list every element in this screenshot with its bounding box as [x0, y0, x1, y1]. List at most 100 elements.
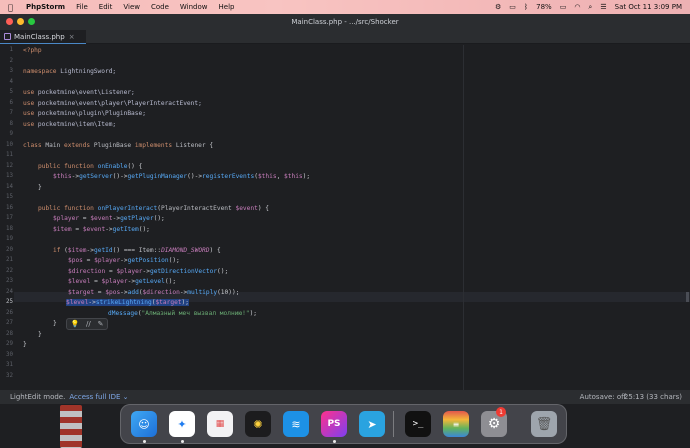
- punctuation: ();: [164, 278, 177, 285]
- scrollbar-marker[interactable]: [686, 292, 689, 302]
- window-title: MainClass.php - .../src/Shocker: [291, 18, 399, 26]
- editor-tab-bar: MainClass.php ×: [0, 30, 690, 44]
- variable: $event: [235, 204, 258, 212]
- caret-position[interactable]: 25:13 (33 chars): [624, 393, 682, 401]
- punctuation: =: [71, 225, 83, 233]
- line-number: 17: [6, 215, 13, 221]
- code-editor[interactable]: 1 2 3 4 5 6 7 8 9 10 11 12 13 14 15 16 1…: [0, 45, 690, 390]
- edit-icon[interactable]: ✎: [98, 320, 104, 328]
- punctuation: ();: [138, 225, 150, 233]
- line-number: 14: [6, 183, 13, 190]
- punctuation: ) {: [257, 204, 270, 212]
- brace: {: [209, 141, 214, 149]
- battery-percentage[interactable]: 78%: [536, 3, 552, 11]
- code-line-29: }: [23, 341, 27, 348]
- code-line-1: <?php: [23, 47, 42, 54]
- search-icon[interactable]: ⌕: [588, 3, 592, 12]
- telegram-icon[interactable]: ➤: [359, 411, 385, 437]
- zoom-window-button[interactable]: [28, 18, 35, 25]
- punctuation: ->: [120, 257, 128, 264]
- punctuation: ->: [105, 225, 113, 233]
- variable: $item: [53, 225, 72, 233]
- control-center-icon[interactable]: ☰: [600, 3, 606, 11]
- parent-class: PluginBase: [93, 141, 132, 149]
- class-name: Main: [45, 141, 61, 149]
- stacked-books-icon[interactable]: ≡: [443, 411, 469, 437]
- finder-icon[interactable]: ☺: [131, 411, 157, 437]
- gear-icon[interactable]: ⚙: [495, 3, 501, 11]
- punctuation: (10));: [217, 288, 240, 296]
- comment-icon[interactable]: //: [86, 320, 91, 328]
- menu-view[interactable]: View: [123, 3, 140, 11]
- punctuation: =: [94, 288, 106, 296]
- phpstorm-icon[interactable]: PS: [321, 411, 347, 437]
- method-call: dMessage: [108, 309, 138, 317]
- line-number: 27: [6, 320, 13, 326]
- punctuation: ()->: [187, 173, 203, 180]
- macos-menu-bar:  PhpStorm File Edit View Code Window He…: [0, 0, 690, 14]
- tab-mainclass[interactable]: MainClass.php ×: [0, 30, 86, 44]
- line-number: 15: [6, 194, 13, 200]
- code-line-23: $level = $player->getLevel();: [68, 278, 176, 285]
- line-number: 20: [6, 246, 13, 253]
- status-bar: LightEdit mode. Access full IDE ⌄ Autosa…: [0, 390, 690, 404]
- menu-edit[interactable]: Edit: [99, 3, 113, 11]
- window-controls: [6, 18, 35, 25]
- window-title-bar[interactable]: MainClass.php - .../src/Shocker: [0, 14, 690, 30]
- method-call: getPluginManager: [127, 173, 188, 180]
- line-number: 28: [6, 330, 13, 337]
- battery-icon[interactable]: ▭: [560, 3, 567, 11]
- line-number-gutter[interactable]: 1 2 3 4 5 6 7 8 9 10 11 12 13 14 15 16 1…: [0, 45, 14, 390]
- punctuation: ->: [142, 267, 150, 275]
- import-path: pocketmine\event\Listener;: [37, 89, 135, 96]
- line-number: 16: [6, 204, 13, 211]
- variable: $event: [90, 215, 113, 222]
- docker-icon[interactable]: ≋: [283, 411, 309, 437]
- window-icon[interactable]: ▭: [509, 3, 516, 11]
- trash-icon[interactable]: 🗑: [531, 411, 557, 437]
- code-line-6: use pocketmine\event\player\PlayerIntera…: [23, 100, 202, 107]
- keyword: extends: [64, 141, 91, 149]
- close-window-button[interactable]: [6, 18, 13, 25]
- menu-window[interactable]: Window: [180, 3, 208, 11]
- sunburst-app-icon[interactable]: ✺: [245, 411, 271, 437]
- bluetooth-icon[interactable]: ᛒ: [524, 3, 528, 11]
- variable: $player: [116, 267, 143, 275]
- function-name: onEnable: [97, 162, 128, 170]
- wifi-icon[interactable]: ◠: [574, 3, 580, 11]
- safari-icon[interactable]: ✦: [169, 411, 195, 437]
- minimize-window-button[interactable]: [17, 18, 24, 25]
- punctuation: ->: [86, 246, 94, 254]
- apple-menu-icon[interactable]: : [8, 3, 18, 12]
- lightbulb-icon[interactable]: 💡: [70, 320, 79, 328]
- line-number: 26: [6, 309, 13, 316]
- line-number: 29: [6, 341, 13, 347]
- menubar-clock[interactable]: Sat Oct 11 3:09 PM: [615, 3, 682, 11]
- menu-help[interactable]: Help: [219, 3, 235, 11]
- line-number: 30: [6, 351, 13, 358]
- terminal-icon[interactable]: >_: [405, 411, 431, 437]
- variable: $pos: [105, 288, 121, 296]
- lightedit-mode-label: LightEdit mode.: [10, 393, 66, 401]
- punctuation: ,: [276, 173, 285, 180]
- menu-file[interactable]: File: [76, 3, 88, 11]
- code-line-13: $this->getServer()->getPluginManager()->…: [53, 173, 310, 180]
- code-line-25-selected: $level->strikeLightning($target);: [66, 299, 189, 306]
- autosave-status[interactable]: Autosave: off: [580, 393, 626, 401]
- brace: }: [38, 183, 42, 191]
- keyword: public function: [38, 162, 94, 170]
- launchpad-icon[interactable]: ▦: [207, 411, 233, 437]
- brace: }: [23, 341, 27, 348]
- menu-app-name[interactable]: PhpStorm: [26, 3, 65, 11]
- code-line-16: public function onPlayerInteract(PlayerI…: [38, 205, 269, 212]
- punctuation: ();: [217, 267, 229, 275]
- line-number: 22: [6, 267, 13, 274]
- menu-code[interactable]: Code: [151, 3, 169, 11]
- type-hint: PlayerInteractEvent: [160, 204, 232, 212]
- keyword: namespace: [23, 68, 57, 75]
- punctuation: ();: [168, 257, 180, 264]
- code-line-17: $player = $event->getPlayer();: [53, 215, 165, 222]
- access-full-ide-link[interactable]: Access full IDE ⌄: [69, 393, 128, 401]
- close-tab-icon[interactable]: ×: [69, 33, 75, 41]
- code-line-14: }: [38, 184, 42, 191]
